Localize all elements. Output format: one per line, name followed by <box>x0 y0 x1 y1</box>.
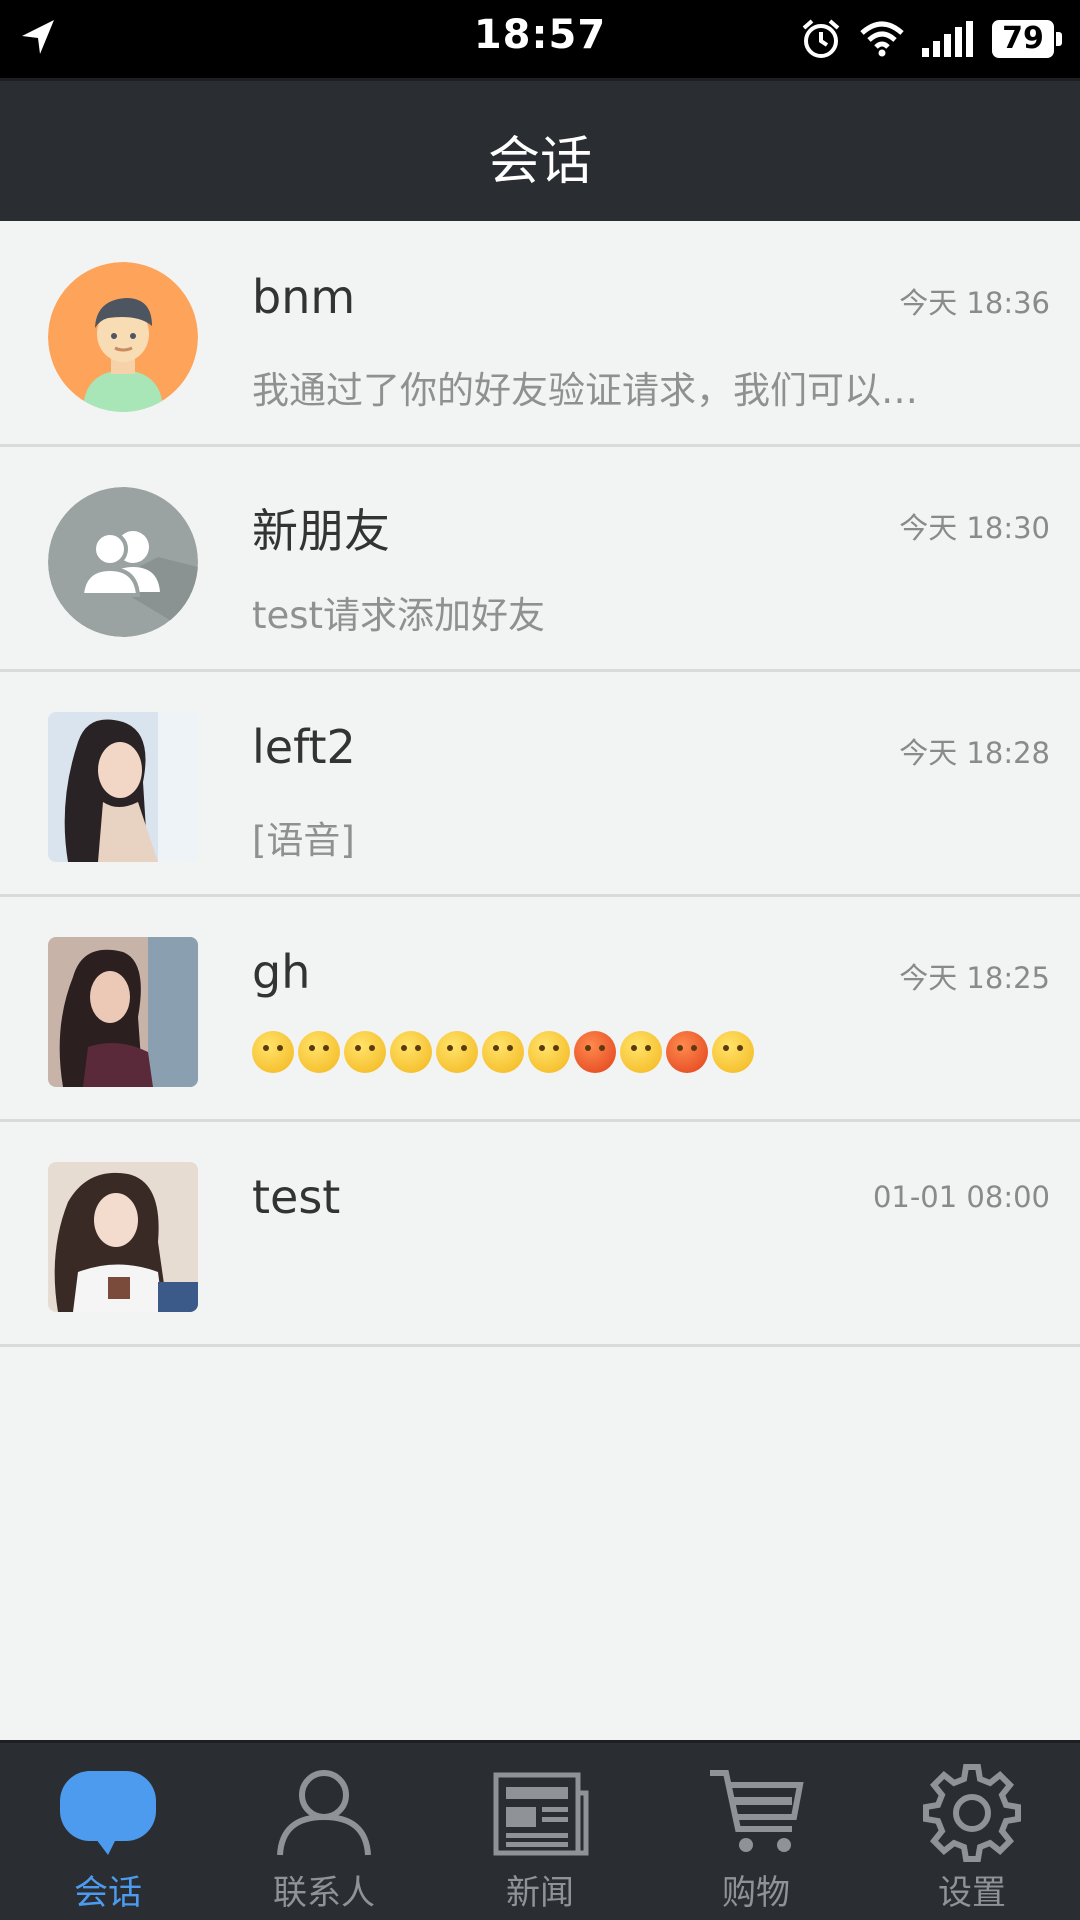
emoji-icon <box>390 1031 432 1073</box>
contact-name: 新朋友 <box>252 504 390 558</box>
message-preview: [语音] <box>252 819 355 862</box>
conversation-list: bnm 今天 18:36 我通过了你的好友验证请求，我们可以… 新朋友 今天 1… <box>0 222 1080 1347</box>
chat-bubble-icon <box>60 1771 156 1855</box>
contact-name: gh <box>252 945 311 999</box>
tab-settings[interactable]: 设置 <box>864 1743 1080 1920</box>
conversation-item[interactable]: left2 今天 18:28 [语音] <box>0 672 1080 897</box>
newspaper-icon <box>493 1772 589 1856</box>
group-avatar <box>48 487 198 637</box>
message-time: 今天 18:25 <box>899 961 1050 995</box>
battery-indicator: 79 <box>992 20 1062 58</box>
emoji-icon <box>344 1031 386 1073</box>
battery-level: 79 <box>992 20 1054 58</box>
avatar <box>48 712 198 862</box>
wifi-icon <box>860 21 904 57</box>
tab-conversations[interactable]: 会话 <box>0 1743 216 1920</box>
message-time: 今天 18:36 <box>899 286 1050 320</box>
tab-shopping[interactable]: 购物 <box>648 1743 864 1920</box>
message-time: 今天 18:30 <box>899 511 1050 545</box>
avatar <box>48 1162 198 1312</box>
emoji-preview <box>252 1031 754 1073</box>
emoji-icon <box>482 1031 524 1073</box>
cart-icon <box>710 1770 804 1852</box>
avatar <box>48 937 198 1087</box>
emoji-icon <box>436 1031 478 1073</box>
avatar <box>48 262 198 412</box>
conversation-item[interactable]: bnm 今天 18:36 我通过了你的好友验证请求，我们可以… <box>0 222 1080 447</box>
tab-label: 联系人 <box>273 1873 375 1913</box>
tab-label: 新闻 <box>506 1873 574 1913</box>
page-title: 会话 <box>487 132 592 192</box>
contact-name: bnm <box>252 270 356 324</box>
gear-icon <box>923 1764 1021 1862</box>
conversation-item[interactable]: 新朋友 今天 18:30 test请求添加好友 <box>0 447 1080 672</box>
message-preview: test请求添加好友 <box>252 594 546 637</box>
emoji-icon <box>298 1031 340 1073</box>
conversation-item[interactable]: gh 今天 18:25 <box>0 897 1080 1122</box>
message-time: 今天 18:28 <box>899 736 1050 770</box>
emoji-icon <box>528 1031 570 1073</box>
message-preview: 我通过了你的好友验证请求，我们可以… <box>252 369 918 412</box>
battery-tip <box>1056 32 1062 46</box>
tab-contacts[interactable]: 联系人 <box>216 1743 432 1920</box>
contact-name: test <box>252 1170 341 1224</box>
conversation-item[interactable]: test 01-01 08:00 <box>0 1122 1080 1347</box>
contact-name: left2 <box>252 720 356 774</box>
status-bar: 18:57 79 <box>0 0 1080 78</box>
emoji-icon <box>252 1031 294 1073</box>
signal-icon <box>922 21 973 57</box>
emoji-icon <box>712 1031 754 1073</box>
contact-icon <box>277 1770 371 1856</box>
nav-bar: 会话 <box>0 78 1080 221</box>
message-time: 01-01 08:00 <box>872 1180 1050 1214</box>
emoji-icon <box>574 1031 616 1073</box>
alarm-icon <box>802 19 840 58</box>
tab-label: 设置 <box>938 1873 1006 1913</box>
emoji-icon <box>620 1031 662 1073</box>
tab-bar: 会话 联系人 新闻 购物 设置 <box>0 1740 1080 1920</box>
emoji-icon <box>666 1031 708 1073</box>
tab-label: 购物 <box>722 1873 790 1913</box>
tab-news[interactable]: 新闻 <box>432 1743 648 1920</box>
tab-label: 会话 <box>74 1873 142 1913</box>
